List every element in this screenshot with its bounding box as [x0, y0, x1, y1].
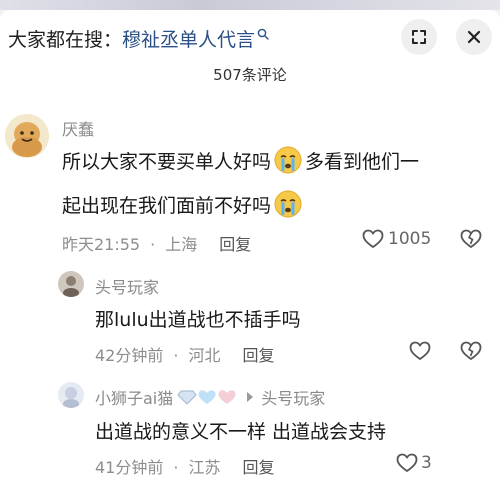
comment-text-line2: 起出现在我们面前不好吗 — [62, 188, 305, 220]
diamond-badge-icon — [177, 390, 197, 405]
avatar-image — [5, 114, 49, 158]
comment-text-part: 起出现在我们面前不好吗 — [62, 194, 272, 217]
like-button[interactable] — [409, 341, 431, 361]
comment-meta: 41分钟前 · 江苏 回复 — [95, 458, 275, 477]
close-icon — [467, 30, 481, 44]
reply-button[interactable]: 回复 — [242, 346, 274, 365]
dislike-button[interactable] — [460, 341, 482, 361]
user-badges — [177, 389, 237, 405]
comment-time: 昨天21:55 — [62, 235, 141, 254]
search-query-link[interactable]: 穆祉丞单人代言 — [122, 25, 255, 52]
comment-author-row: 小狮子ai猫 头号玩家 — [95, 385, 325, 409]
avatar-image — [58, 382, 84, 408]
search-icon — [257, 28, 269, 40]
avatar[interactable] — [58, 382, 84, 408]
heart-badge-icon — [198, 390, 216, 404]
heart-icon — [362, 229, 384, 248]
expand-button[interactable] — [401, 19, 437, 55]
avatar[interactable] — [5, 114, 49, 158]
reply-to-author[interactable]: 头号玩家 — [261, 385, 325, 409]
comment-count: 507条评论 — [213, 66, 287, 84]
expand-icon — [412, 30, 426, 44]
comment-text: 所以大家不要买单人好吗 多看到他们一 — [62, 144, 419, 176]
comment-location: 河北 — [188, 346, 221, 365]
comment-location: 江苏 — [188, 458, 221, 477]
comment-author[interactable]: 小狮子ai猫 — [95, 385, 173, 409]
comment-text-part: 多看到他们一 — [305, 150, 420, 173]
like-count: 3 — [421, 453, 432, 473]
dislike-icon — [460, 341, 482, 360]
like-button[interactable]: 1005 — [362, 229, 431, 249]
reply-button[interactable]: 回复 — [219, 235, 251, 254]
comment-meta: 昨天21:55 · 上海 回复 — [62, 235, 252, 254]
search-prefix: 大家都在搜： — [8, 28, 123, 51]
avatar[interactable] — [58, 271, 84, 297]
heart-icon — [396, 453, 418, 472]
crying-emoji — [274, 146, 302, 174]
comment-author[interactable]: 厌蠢 — [62, 116, 94, 140]
comment-meta: 42分钟前 · 河北 回复 — [95, 346, 275, 365]
heart-badge-icon — [218, 390, 236, 404]
arrow-right-icon — [247, 392, 254, 402]
comment-author[interactable]: 头号玩家 — [95, 274, 159, 298]
like-count: 1005 — [388, 229, 432, 249]
comment-text: 出道战的意义不一样 出道战会支持 — [95, 420, 387, 443]
like-button[interactable]: 3 — [396, 453, 432, 473]
background-strip — [0, 0, 500, 10]
search-suggestion[interactable]: 大家都在搜： 穆祉丞单人代言 — [8, 22, 269, 54]
dislike-button[interactable] — [460, 229, 482, 249]
heart-icon — [409, 341, 431, 360]
comment-location: 上海 — [165, 235, 198, 254]
avatar-image — [58, 271, 84, 297]
comment-text-part: 所以大家不要买单人好吗 — [62, 150, 272, 173]
comment-time: 42分钟前 — [95, 346, 164, 365]
reply-button[interactable]: 回复 — [242, 458, 274, 477]
dislike-icon — [460, 229, 482, 248]
comment-text: 那lulu出道战也不插手吗 — [95, 308, 301, 331]
comment-time: 41分钟前 — [95, 458, 164, 477]
crying-emoji — [274, 190, 302, 218]
close-button[interactable] — [456, 19, 492, 55]
